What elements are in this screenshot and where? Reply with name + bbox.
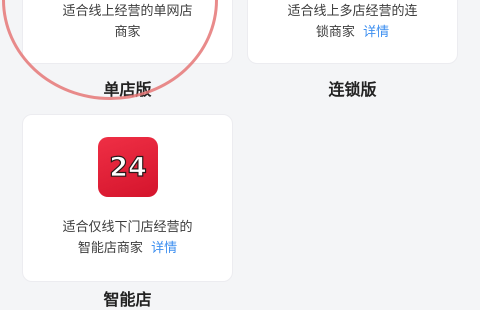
chain-store-plan-description: 适合线上多店经营的连 锁商家 详情 — [287, 4, 418, 40]
smart-store-plan-title: 智能店 — [103, 290, 152, 309]
smart-store-detail-link[interactable]: 详情 — [151, 241, 177, 256]
svg-text:24: 24 — [109, 152, 147, 183]
smart-store-plan-description: 适合仅线下门店经营的 智能店商家 详情 — [62, 220, 193, 256]
single-store-plan-title: 单店版 — [103, 80, 152, 99]
chain-store-detail-link[interactable]: 详情 — [363, 25, 389, 40]
single-store-plan-card[interactable]: 适合线上经营的单网店 商家 — [22, 0, 233, 64]
logo-24-glyph: 24 — [109, 151, 148, 183]
chain-store-plan-card[interactable]: 适合线上多店经营的连 锁商家 详情 — [247, 0, 458, 64]
smart-store-plan-card[interactable]: 24 适合仅线下门店经营的 智能店商家 详情 — [22, 114, 233, 282]
chain-store-plan-title: 连锁版 — [328, 80, 377, 99]
single-store-plan-description: 适合线上经营的单网店 商家 — [62, 4, 193, 40]
smart-store-24-logo-icon: 24 — [98, 137, 158, 197]
